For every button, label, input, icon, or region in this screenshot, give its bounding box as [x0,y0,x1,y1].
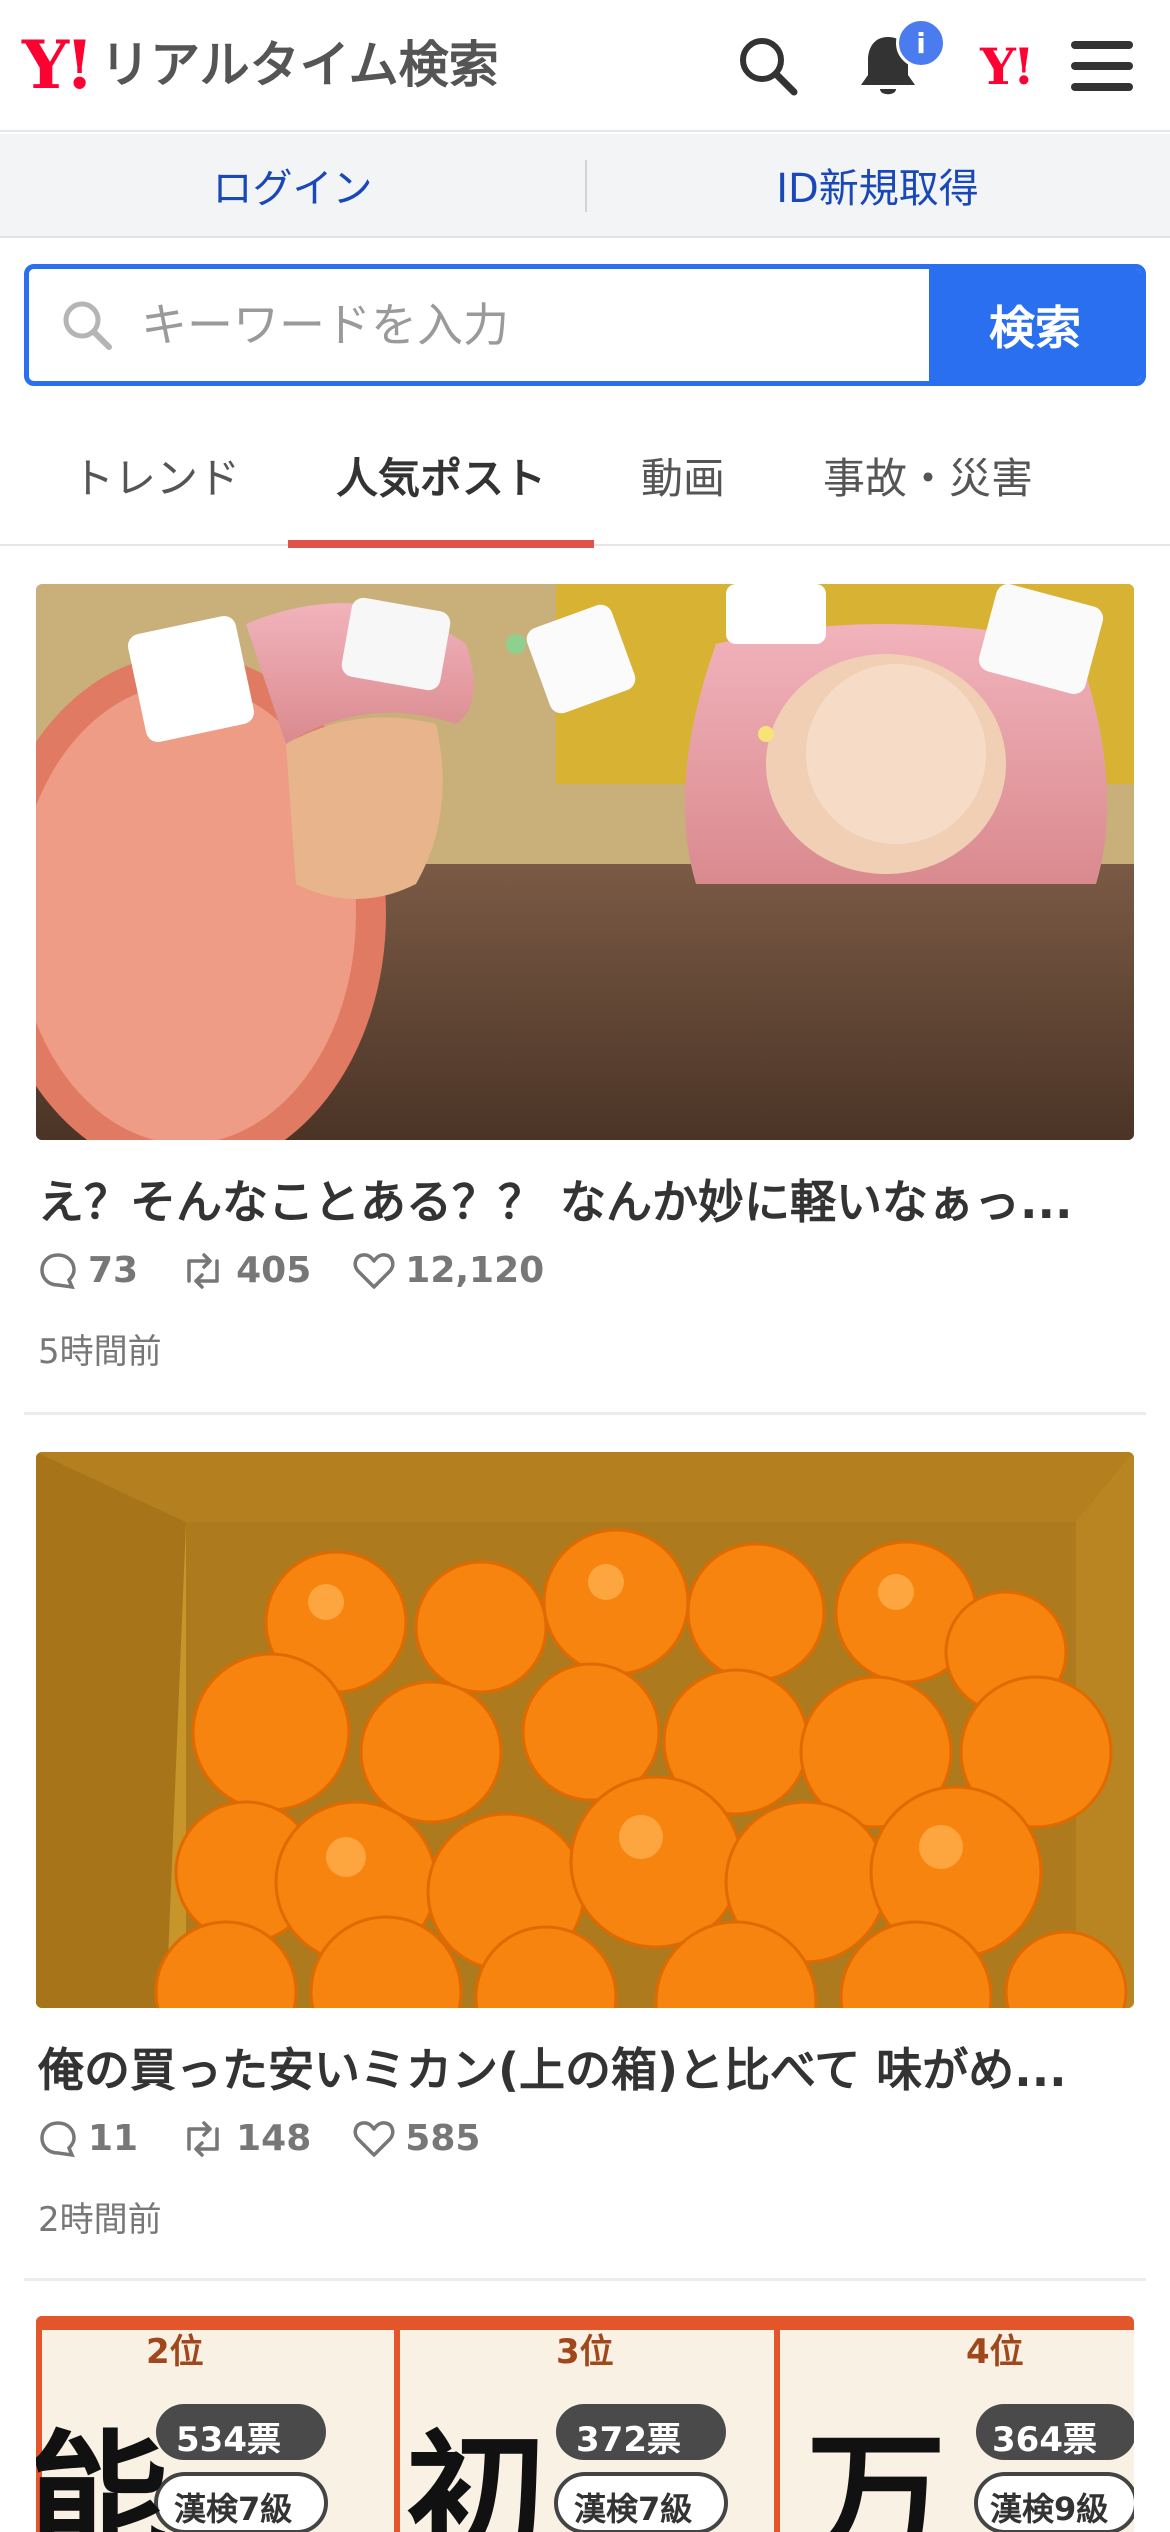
kanji-glyph: 初 [406,2417,547,2532]
app-header: Y! リアルタイム検索 i Y! [0,0,1170,132]
yahoo-realtime-logo[interactable]: Y! リアルタイム検索 [22,30,499,100]
search-form: 検索 [24,264,1146,386]
register-link[interactable]: ID新規取得 [585,134,1170,236]
repost-count: 148 [236,2118,312,2159]
category-tabs: トレンド 人気ポスト 動画 事故・災害 [0,404,1170,548]
reply-stat[interactable]: 11 [38,2118,138,2159]
yahoo-home-icon[interactable]: Y! [966,26,1046,106]
rank-label: 4位 [966,2332,1024,2372]
like-stat[interactable]: 585 [353,2118,480,2159]
kanken-level: 漢検7級 [174,2490,293,2528]
hamburger-menu-icon[interactable] [1062,26,1142,106]
kanji-glyph: 万 [806,2417,947,2532]
repost-stat[interactable]: 148 [180,2118,311,2159]
repost-count: 405 [236,1250,312,1291]
bell-icon[interactable]: i [848,18,946,106]
post-stats: 11 148 585 [38,2118,522,2159]
yahoo-logo-mark: Y! [22,26,94,104]
reply-icon [40,2120,76,2157]
post-divider [24,1412,1146,1415]
yahoo-mark: Y! [980,36,1035,96]
like-count: 12,120 [405,1250,545,1291]
notification-badge: i [896,18,946,68]
post-image[interactable]: 2位 3位 4位 能 初 万 534票 372票 364票 漢検7級 漢検7級 … [36,2316,1134,2532]
tab-video[interactable]: 動画 [600,404,766,546]
kanken-level: 漢検9級 [990,2490,1109,2528]
post-timestamp: 2時間前 [38,2200,162,2240]
reply-count: 11 [88,2118,139,2159]
post-image[interactable] [36,584,1134,1140]
kanji-glyph: 能 [36,2417,169,2532]
like-stat[interactable]: 12,120 [353,1250,544,1291]
tab-accident-disaster[interactable]: 事故・災害 [790,404,1066,546]
reply-stat[interactable]: 73 [38,1250,138,1291]
post-stats: 73 405 12,120 [38,1250,586,1291]
post-title[interactable]: え？そんなことある？？ なんか妙に軽いなぁっ... [38,1166,1138,1232]
search-icon[interactable] [728,26,808,106]
post-image[interactable] [36,1452,1134,2008]
heart-icon [353,2120,395,2157]
kanken-level: 漢検7級 [574,2490,693,2528]
repost-stat[interactable]: 405 [180,1250,311,1291]
rank-label: 3位 [556,2332,614,2372]
repost-icon [187,2120,219,2157]
tab-trend[interactable]: トレンド [40,404,272,546]
login-bar: ログイン ID新規取得 [0,134,1170,238]
heart-icon [353,1252,395,1289]
post-timestamp: 5時間前 [38,1332,162,1372]
tab-popular-posts[interactable]: 人気ポスト [288,404,594,548]
vote-count: 372票 [576,2420,681,2460]
search-field-icon [59,297,115,357]
search-button[interactable]: 検索 [929,269,1141,381]
login-divider [585,160,587,212]
search-input[interactable] [29,269,929,381]
post-divider [24,2278,1146,2281]
post-title[interactable]: 俺の買った安いミカン(上の箱)と比べて 味がめ... [38,2034,1138,2100]
like-count: 585 [405,2118,481,2159]
vote-count: 364票 [992,2420,1097,2460]
reply-icon [40,1252,76,1289]
search-field [29,269,929,381]
reply-count: 73 [88,1250,139,1291]
login-link[interactable]: ログイン [0,134,585,236]
vote-count: 534票 [176,2420,281,2460]
logo-title: リアルタイム検索 [100,36,499,94]
rank-label: 2位 [146,2332,204,2372]
repost-icon [187,1252,219,1289]
